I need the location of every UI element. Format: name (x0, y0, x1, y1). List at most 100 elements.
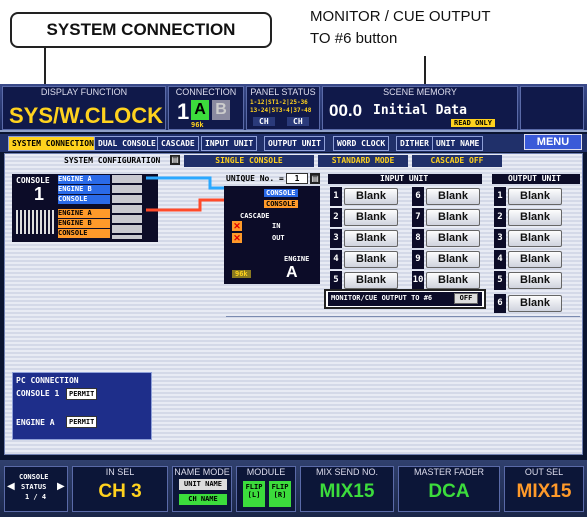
tab-dual-console[interactable]: DUAL CONSOLE (94, 136, 160, 151)
tab-unit-name[interactable]: UNIT NAME (432, 136, 484, 151)
console-rack-icon (16, 210, 56, 234)
input-unit-title: INPUT UNIT (380, 174, 429, 183)
input-slot: 10 Blank (412, 271, 482, 290)
system-connection-callout: SYSTEM CONNECTION (10, 12, 272, 48)
callout-left-text: SYSTEM CONNECTION (46, 20, 236, 39)
cascade-out-label: OUT (272, 234, 285, 242)
input-slot-number: 4 (330, 250, 342, 269)
tab-word-clock[interactable]: WORD CLOCK (333, 136, 390, 151)
pc-engine-permit-button[interactable]: PERMIT (66, 416, 98, 428)
output-slot-number: 6 (494, 294, 506, 313)
output-slot-button[interactable]: Blank (508, 209, 562, 226)
system-configuration-label: SYSTEM CONFIGURATION (64, 156, 161, 165)
unique-number-spin-icon[interactable]: ▤ (310, 173, 320, 184)
name-mode-cell: NAME MODE UNIT NAME CH NAME (172, 466, 232, 512)
input-slot-number: 6 (412, 187, 424, 206)
output-slot-button[interactable]: Blank (508, 295, 562, 312)
master-fader-cell: MASTER FADER DCA (398, 466, 500, 512)
config-standard-mode: STANDARD MODE (318, 155, 408, 167)
flip-r-line1: FLIP (271, 483, 289, 491)
out-sel-value: MIX15 (516, 481, 572, 502)
connection-a-button[interactable]: A (191, 100, 209, 120)
console-row-console-bottom: CONSOLE (58, 229, 110, 238)
unique-number-label: UNIQUE No. = (226, 174, 284, 183)
master-fader-label: MASTER FADER (413, 467, 484, 477)
menu-button[interactable]: MENU (524, 134, 582, 150)
output-slot-number: 2 (494, 208, 506, 227)
engine-console-port-2: CONSOLE (264, 200, 298, 208)
name-mode-label: NAME MODE (174, 467, 230, 477)
scene-name: Initial Data (373, 103, 467, 118)
connection-cell: CONNECTION 1 A B 96k (168, 86, 244, 130)
name-mode-ch-name-button[interactable]: CH NAME (179, 494, 227, 505)
input-slot-button[interactable]: Blank (426, 251, 480, 268)
monitor-cue-output-button[interactable]: OFF (454, 293, 478, 304)
input-slot-button[interactable]: Blank (344, 209, 398, 226)
input-slot-button[interactable]: Blank (344, 251, 398, 268)
callout-right-line2: TO #6 button (310, 30, 398, 47)
console-status-line1: CONSOLE (19, 473, 49, 481)
in-sel-value: CH 3 (98, 481, 142, 502)
input-slot-button[interactable]: Blank (344, 272, 398, 289)
connection-cables (146, 176, 228, 212)
console-status-line2: STATUS (21, 483, 47, 491)
console-number: 1 (34, 184, 45, 204)
pc-console-permit-button[interactable]: PERMIT (66, 388, 98, 400)
monitor-cue-label: MONITOR/CUE OUTPUT TO #6 (331, 294, 433, 302)
input-slot-button[interactable]: Blank (426, 230, 480, 247)
input-slot-number: 5 (330, 271, 342, 290)
connection-label: CONNECTION (175, 87, 237, 97)
output-slot-button[interactable]: Blank (508, 272, 562, 289)
flip-r-button[interactable]: FLIP [R] (269, 481, 291, 507)
connection-rate: 96k (191, 121, 204, 129)
input-slot: 6 Blank (412, 187, 482, 206)
output-slot-button[interactable]: Blank (508, 188, 562, 205)
monitor-callout-text: MONITOR / CUE OUTPUT TO #6 button (310, 6, 580, 50)
input-slot-button[interactable]: Blank (344, 188, 398, 205)
tab-system-connection[interactable]: SYSTEM CONNECTION (8, 136, 98, 151)
input-slot: 7 Blank (412, 208, 482, 227)
cascade-label: CASCADE (240, 212, 270, 220)
input-slot-button[interactable]: Blank (426, 209, 480, 226)
panel-ch2: CH (287, 117, 309, 126)
input-slot-number: 3 (330, 229, 342, 248)
console-port-icons (112, 175, 142, 239)
output-slot-button[interactable]: Blank (508, 251, 562, 268)
console-row-engine-a-bottom: ENGINE A (58, 209, 110, 218)
input-slot: 3 Blank (330, 229, 400, 248)
display-function-value: SYS/W.CLOCK (9, 103, 164, 128)
connection-num: 1 (177, 99, 190, 124)
console-status-prev-icon[interactable]: ◀ (7, 481, 15, 492)
panel-status-line1: 1-12|ST1-2|25-36 (250, 99, 308, 106)
connection-b-button[interactable]: B (212, 100, 230, 120)
pc-engine-label: ENGINE A (16, 418, 55, 427)
tab-input-unit[interactable]: INPUT UNIT (201, 136, 258, 151)
console-row-engine-a-top: ENGINE A (58, 175, 110, 184)
name-mode-unit-name-button[interactable]: UNIT NAME (179, 479, 227, 490)
cascade-in-label: IN (272, 222, 281, 230)
panel-status-label: PANEL STATUS (250, 87, 316, 97)
input-slot-button[interactable]: Blank (426, 272, 480, 289)
input-slot-number: 1 (330, 187, 342, 206)
console-label: CONSOLE (16, 176, 50, 185)
tab-output-unit[interactable]: OUTPUT UNIT (264, 136, 325, 151)
console-row-engine-b-top: ENGINE B (58, 185, 110, 194)
input-slot-button[interactable]: Blank (344, 230, 398, 247)
config-expand-icon[interactable]: ▤ (170, 155, 180, 165)
cascade-out-x-icon: ✕ (232, 233, 242, 243)
output-slot-button[interactable]: Blank (508, 230, 562, 247)
callout-right-line1: MONITOR / CUE OUTPUT (310, 8, 491, 25)
output-slot: 2 Blank (494, 208, 564, 227)
module-cell: MODULE FLIP [L] FLIP [R] (236, 466, 296, 512)
input-slot-button[interactable]: Blank (426, 188, 480, 205)
console-status-next-icon[interactable]: ▶ (57, 481, 65, 492)
panel-status-line2: 13-24|ST3-4|37-48 (250, 107, 312, 114)
input-slot: 4 Blank (330, 250, 400, 269)
master-fader-value: DCA (428, 481, 470, 502)
config-single-console: SINGLE CONSOLE (184, 155, 314, 167)
output-unit-title: OUTPUT UNIT (508, 174, 561, 183)
flip-l-button[interactable]: FLIP [L] (243, 481, 265, 507)
tab-cascade[interactable]: CASCADE (157, 136, 199, 151)
unique-number-value[interactable]: 1 (286, 173, 308, 184)
tab-dither[interactable]: DITHER (396, 136, 433, 151)
